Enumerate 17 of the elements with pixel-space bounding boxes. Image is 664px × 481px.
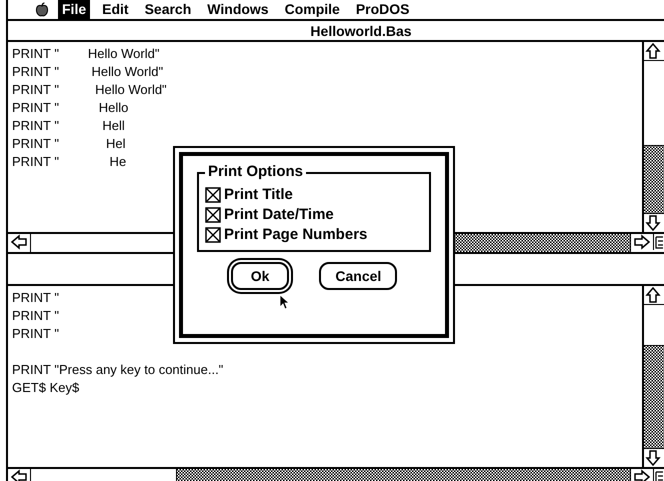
code-line: PRINT " Hello World" — [12, 63, 164, 81]
option-label: Print Page Numbers — [224, 226, 368, 244]
group-title: Print Options — [205, 163, 306, 180]
option-label: Print Date/Time — [224, 206, 334, 224]
code-line: PRINT " Hell — [12, 117, 125, 135]
code-line: PRINT " — [12, 307, 59, 325]
code-line: PRINT " Hello World" — [12, 81, 167, 99]
code-line: PRINT " Hello World" — [12, 45, 160, 63]
code-line: PRINT " Hello — [12, 99, 128, 117]
window-title: Helloworld.Bas — [8, 21, 664, 42]
option-label: Print Title — [224, 186, 293, 204]
code-line: PRINT " He — [12, 153, 126, 171]
code-line: PRINT " — [12, 289, 59, 307]
code-line: PRINT "Press any key to continue..." — [12, 361, 224, 379]
code-line: GET$ Key$ — [12, 379, 80, 397]
code-line: PRINT " — [12, 325, 59, 343]
code-line: PRINT " Hel — [12, 135, 126, 153]
